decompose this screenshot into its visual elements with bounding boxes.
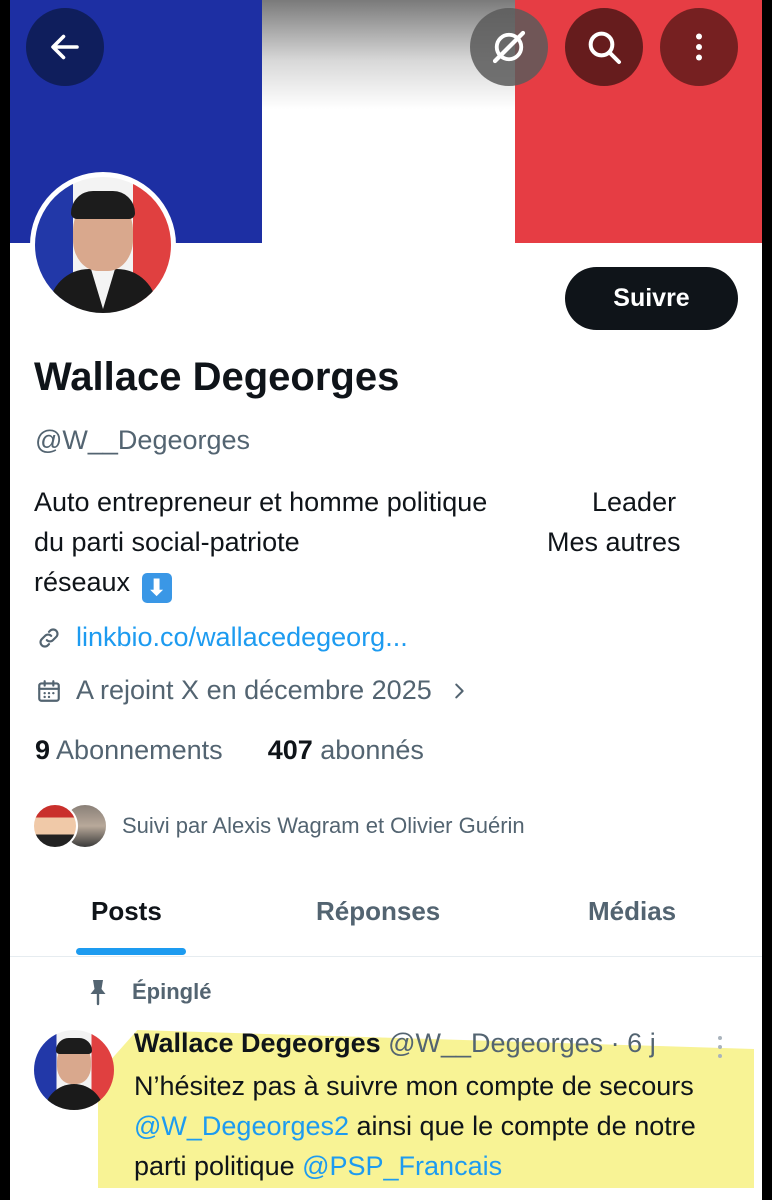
more-vertical-icon — [696, 33, 702, 61]
more-options-button[interactable] — [660, 8, 738, 86]
tweet-header: Wallace Degeorges @W__Degeorges · 6 j — [134, 1028, 656, 1059]
followed-by-text: Suivi par Alexis Wagram et Olivier Guéri… — [122, 813, 525, 838]
profile-handle: @W__Degeorges — [35, 425, 251, 455]
link-icon — [39, 627, 59, 648]
bio-text: réseaux — [34, 567, 131, 597]
active-tab-indicator — [76, 948, 186, 955]
tweet-author-avatar[interactable] — [34, 1030, 114, 1110]
calendar-icon — [38, 679, 60, 702]
profile-screen: Suivre Wallace Degeorges @W__Degeorges A… — [10, 0, 762, 1200]
joined-date[interactable]: A rejoint X en décembre 2025 — [36, 675, 470, 706]
following-link[interactable]: 9 Abonnements — [35, 735, 223, 765]
down-arrow-emoji-icon: ⬇ — [141, 573, 172, 603]
tweet-time[interactable]: 6 j — [627, 1028, 656, 1058]
mention-link[interactable]: @PSP_Francais — [302, 1151, 502, 1181]
followers-label: abonnés — [320, 735, 424, 765]
tweet-author-handle[interactable]: @W__Degeorges — [388, 1028, 603, 1058]
profile-avatar[interactable] — [30, 172, 176, 318]
bio-text: du parti social-patriote — [34, 527, 300, 557]
back-arrow-icon — [51, 34, 79, 60]
followed-by-row[interactable]: Suivi par Alexis Wagram et Olivier Guéri… — [32, 803, 525, 849]
back-button[interactable] — [26, 8, 104, 86]
search-icon — [588, 31, 621, 64]
pinned-indicator: Épinglé — [86, 978, 211, 1006]
grok-button[interactable] — [470, 8, 548, 86]
pin-icon — [90, 980, 106, 1006]
tweet-text-part: N’hésitez pas à suivre mon compte de sec… — [134, 1071, 694, 1101]
bio-text: Auto entrepreneur et homme politique — [34, 487, 488, 517]
tweet-text: N’hésitez pas à suivre mon compte de sec… — [134, 1066, 754, 1186]
following-label: Abonnements — [56, 735, 223, 765]
joined-date-text: A rejoint X en décembre 2025 — [76, 675, 432, 705]
bio-text: Mes autres — [547, 527, 681, 557]
pinned-label: Épinglé — [132, 979, 212, 1004]
more-vertical-icon — [718, 1036, 722, 1058]
follow-stats: 9 Abonnements 407 abonnés — [35, 735, 424, 766]
chevron-right-icon — [454, 683, 464, 698]
following-count: 9 — [35, 735, 51, 765]
profile-bio: Auto entrepreneur et homme politique Lea… — [34, 482, 734, 603]
grok-icon — [492, 30, 526, 64]
follower-avatar — [32, 803, 78, 849]
profile-name: Wallace Degeorges — [34, 355, 400, 399]
followers-link[interactable]: 407 abonnés — [268, 735, 424, 765]
bio-text: Leader — [592, 487, 677, 517]
tab-media[interactable]: Médias — [588, 896, 676, 927]
search-button[interactable] — [565, 8, 643, 86]
follow-button[interactable]: Suivre — [565, 267, 738, 330]
tweet-author-name[interactable]: Wallace Degeorges — [134, 1028, 381, 1058]
mention-link[interactable]: @W_Degeorges2 — [134, 1111, 349, 1141]
profile-link[interactable]: linkbio.co/wallacedegeorg... — [36, 622, 408, 653]
tab-replies[interactable]: Réponses — [316, 896, 440, 927]
followers-count: 407 — [267, 735, 313, 765]
tweet-more-button[interactable] — [710, 1032, 730, 1062]
profile-link-text[interactable]: linkbio.co/wallacedegeorg... — [76, 622, 408, 653]
profile-tabs: Posts Réponses Médias — [10, 870, 762, 957]
tab-posts[interactable]: Posts — [91, 896, 162, 927]
tweet-separator: · — [610, 1028, 620, 1058]
